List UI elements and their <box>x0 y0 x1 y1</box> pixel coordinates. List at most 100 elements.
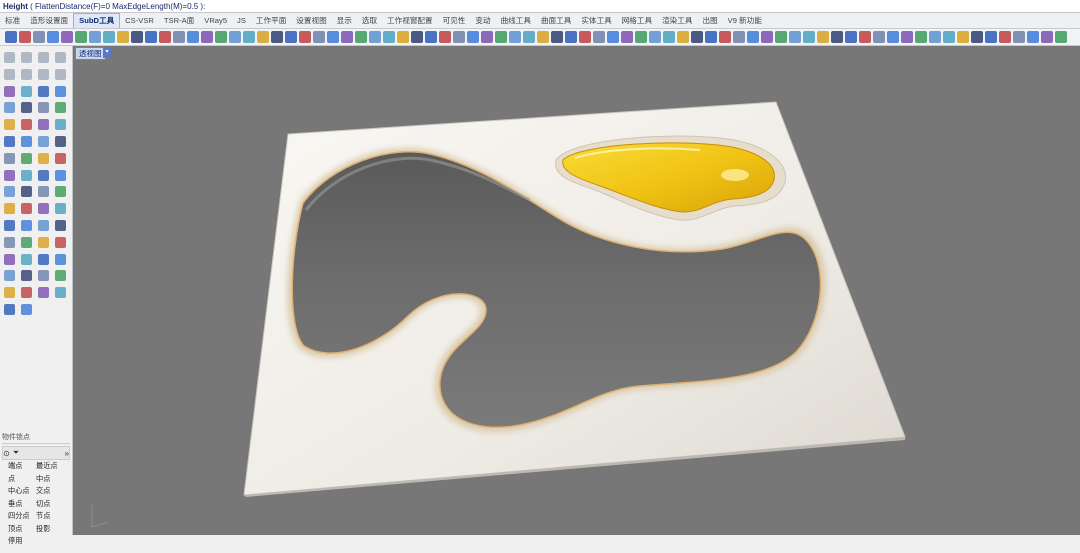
toolbar-tool-icon[interactable] <box>397 31 409 43</box>
tab-18[interactable]: 渲染工具 <box>657 14 697 28</box>
toolbar-tool-icon[interactable] <box>635 31 647 43</box>
toolbar-tool-icon[interactable] <box>579 31 591 43</box>
tab-9[interactable]: 显示 <box>332 14 357 28</box>
toolbar-tool-icon[interactable] <box>943 31 955 43</box>
left-tool-icon[interactable] <box>38 236 49 248</box>
tab-13[interactable]: 变动 <box>470 14 495 28</box>
toolbar-tool-icon[interactable] <box>299 31 311 43</box>
osnap-item[interactable]: 投影 <box>36 524 50 534</box>
toolbar-tool-icon[interactable] <box>1013 31 1025 43</box>
perspective-viewport[interactable]: 透视图 ▾ <box>73 46 1080 535</box>
tab-1[interactable]: 造形设置面 <box>25 14 73 28</box>
left-tool-icon[interactable] <box>21 253 32 265</box>
toolbar-tool-icon[interactable] <box>957 31 969 43</box>
toolbar-tool-icon[interactable] <box>999 31 1011 43</box>
toolbar-tool-icon[interactable] <box>817 31 829 43</box>
left-tool-icon[interactable] <box>4 253 15 265</box>
toolbar-tool-icon[interactable] <box>187 31 199 43</box>
osnap-item[interactable]: 四分点 <box>8 511 30 521</box>
left-tool-icon[interactable] <box>21 220 32 231</box>
left-tool-icon[interactable] <box>4 68 15 80</box>
toolbar-tool-icon[interactable] <box>453 31 465 43</box>
toolbar-tool-icon[interactable] <box>271 31 283 43</box>
toolbar-tool-icon[interactable] <box>761 31 773 43</box>
left-tool-icon[interactable] <box>4 85 15 97</box>
toolbar-tool-icon[interactable] <box>649 31 661 43</box>
toolbar-tool-icon[interactable] <box>61 31 73 43</box>
left-tool-icon[interactable] <box>38 119 49 131</box>
toolbar-tool-icon[interactable] <box>747 31 759 43</box>
left-tool-icon[interactable] <box>38 220 49 231</box>
toolbar-tool-icon[interactable] <box>621 31 633 43</box>
toolbar-tool-icon[interactable] <box>89 31 101 43</box>
toolbar-tool-icon[interactable] <box>341 31 353 43</box>
toolbar-tool-icon[interactable] <box>75 31 87 43</box>
left-tool-icon[interactable] <box>55 236 66 248</box>
filter-icon[interactable]: ⊙ <box>3 449 10 458</box>
tab-5[interactable]: VRay5 <box>199 14 232 28</box>
left-tool-icon[interactable] <box>38 203 49 215</box>
command-line[interactable]: Height ( FlattenDistance(F)=0 MaxEdgeLen… <box>0 0 1080 13</box>
toolbar-tool-icon[interactable] <box>803 31 815 43</box>
left-tool-icon[interactable] <box>21 203 32 215</box>
tab-8[interactable]: 设置视图 <box>291 14 331 28</box>
toolbar-tool-icon[interactable] <box>551 31 563 43</box>
left-tool-icon[interactable] <box>55 203 66 215</box>
tab-20[interactable]: V9 新功能 <box>723 14 767 28</box>
left-tool-icon[interactable] <box>21 68 32 80</box>
osnap-item[interactable]: 交点 <box>36 486 50 496</box>
toolbar-tool-icon[interactable] <box>719 31 731 43</box>
left-tool-icon[interactable] <box>55 270 66 282</box>
toolbar-tool-icon[interactable] <box>439 31 451 43</box>
toolbar-tool-icon[interactable] <box>929 31 941 43</box>
toolbar-tool-icon[interactable] <box>103 31 115 43</box>
left-tool-icon[interactable] <box>21 136 32 147</box>
tab-17[interactable]: 网格工具 <box>617 14 657 28</box>
left-tool-icon[interactable] <box>38 169 49 181</box>
toolbar-tool-icon[interactable] <box>117 31 129 43</box>
left-tool-icon[interactable] <box>55 169 66 181</box>
tab-14[interactable]: 曲线工具 <box>496 14 536 28</box>
toolbar-tool-icon[interactable] <box>509 31 521 43</box>
toolbar-tool-icon[interactable] <box>159 31 171 43</box>
left-tool-icon[interactable] <box>21 119 32 131</box>
left-tool-icon[interactable] <box>38 68 49 80</box>
command-options[interactable]: ( FlattenDistance(F)=0 MaxEdgeLength(M)=… <box>30 2 205 11</box>
toolbar-tool-icon[interactable] <box>789 31 801 43</box>
toolbar-tool-icon[interactable] <box>677 31 689 43</box>
toolbar-tool-icon[interactable] <box>705 31 717 43</box>
left-tool-icon[interactable] <box>4 236 15 248</box>
toolbar-tool-icon[interactable] <box>131 31 143 43</box>
toolbar-tool-icon[interactable] <box>873 31 885 43</box>
osnap-item[interactable]: 中心点 <box>8 486 30 496</box>
toolbar-tool-icon[interactable] <box>775 31 787 43</box>
left-tool-icon[interactable] <box>55 253 66 265</box>
tab-12[interactable]: 可见性 <box>438 14 471 28</box>
toolbar-tool-icon[interactable] <box>1041 31 1053 43</box>
left-tool-icon[interactable] <box>4 119 15 131</box>
left-tool-icon[interactable] <box>4 220 15 231</box>
toolbar-tool-icon[interactable] <box>467 31 479 43</box>
toolbar-tool-icon[interactable] <box>5 31 17 43</box>
toolbar-tool-icon[interactable] <box>425 31 437 43</box>
tab-15[interactable]: 曲面工具 <box>536 14 576 28</box>
toolbar-tool-icon[interactable] <box>971 31 983 43</box>
tab-11[interactable]: 工作视窗配置 <box>382 14 438 28</box>
toolbar-tool-icon[interactable] <box>663 31 675 43</box>
toolbar-tool-icon[interactable] <box>285 31 297 43</box>
toolbar-tool-icon[interactable] <box>481 31 493 43</box>
osnap-item[interactable]: 中点 <box>36 474 50 484</box>
left-tool-icon[interactable] <box>21 102 32 114</box>
left-tool-icon[interactable] <box>21 52 32 63</box>
osnap-item[interactable]: 切点 <box>36 499 50 509</box>
toolbar-tool-icon[interactable] <box>173 31 185 43</box>
left-tool-icon[interactable] <box>4 52 15 63</box>
osnap-item[interactable]: 端点 <box>8 461 22 471</box>
left-tool-icon[interactable] <box>4 102 15 114</box>
toolbar-tool-icon[interactable] <box>327 31 339 43</box>
toolbar-tool-icon[interactable] <box>47 31 59 43</box>
left-tool-icon[interactable] <box>4 186 15 198</box>
left-tool-icon[interactable] <box>55 85 66 97</box>
toolbar-tool-icon[interactable] <box>215 31 227 43</box>
osnap-item[interactable]: 垂点 <box>8 499 22 509</box>
